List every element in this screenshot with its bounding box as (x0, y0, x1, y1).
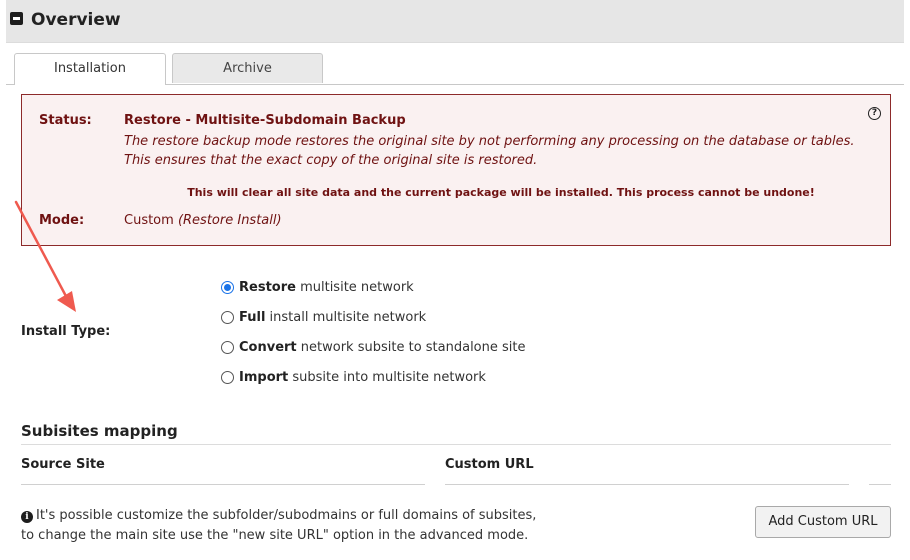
panel-header[interactable]: Overview (6, 0, 904, 43)
custom-url-header: Custom URL (445, 457, 534, 472)
tab-installation[interactable]: Installation (14, 53, 166, 85)
status-notice: Status: Restore - Multisite-Subdomain Ba… (21, 94, 891, 246)
radio-button[interactable] (221, 371, 234, 384)
status-value: Restore - Multisite-Subdomain Backup (124, 113, 406, 128)
warning-text: This will clear all site data and the cu… (187, 186, 815, 199)
collapse-icon[interactable] (10, 12, 23, 25)
radio-button[interactable] (221, 311, 234, 324)
status-description-line1: The restore backup mode restores the ori… (124, 134, 855, 149)
mode-label: Mode: (39, 213, 85, 228)
radio-button-checked[interactable] (221, 281, 234, 294)
divider (445, 484, 849, 485)
status-label: Status: (39, 113, 92, 128)
add-custom-url-button[interactable]: Add Custom URL (755, 506, 891, 538)
radio-button[interactable] (221, 341, 234, 354)
info-circle-icon: i (21, 511, 33, 523)
source-site-header: Source Site (21, 457, 105, 472)
divider (21, 444, 891, 445)
mode-value: Custom (Restore Install) (124, 213, 282, 228)
divider (869, 484, 891, 485)
status-description-line2: This ensures that the exact copy of the … (124, 153, 538, 168)
divider (21, 484, 425, 485)
overview-panel: Overview Installation Archive Status: Re… (6, 0, 904, 560)
install-type-label: Install Type: (21, 324, 111, 339)
info-note: i It's possible customize the subfolder/s… (21, 508, 537, 543)
subsites-mapping-title: Subisites mapping (21, 422, 178, 440)
question-circle-icon[interactable]: ? (868, 107, 881, 120)
tab-archive[interactable]: Archive (172, 53, 323, 83)
panel-title: Overview (31, 10, 121, 30)
tab-bar: Installation Archive (6, 53, 904, 85)
